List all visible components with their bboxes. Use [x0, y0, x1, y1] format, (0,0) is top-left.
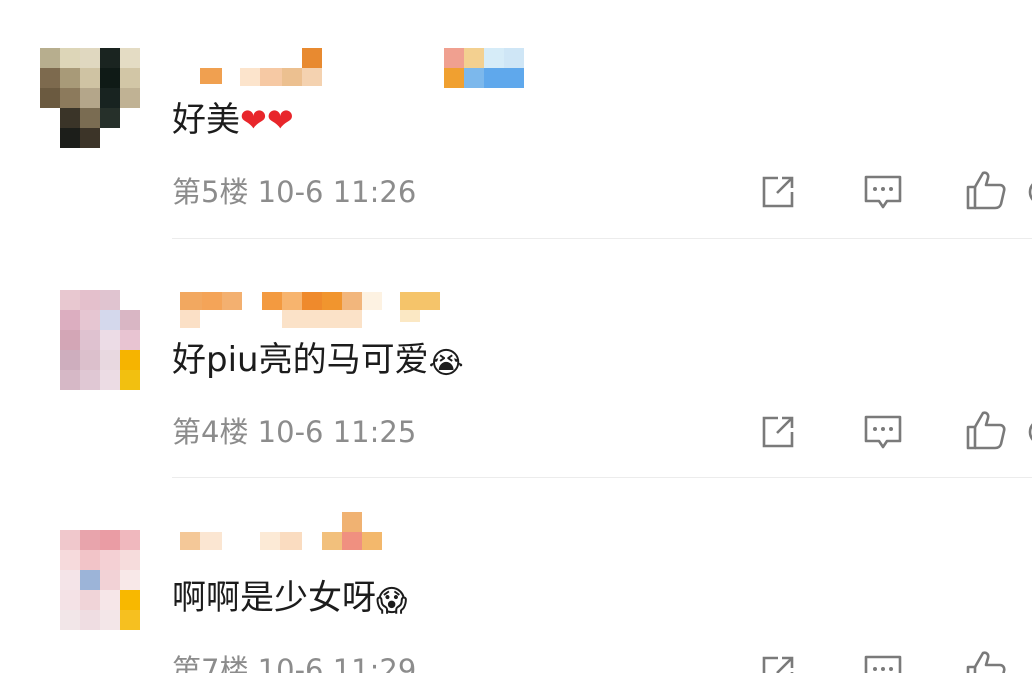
avatar[interactable] [40, 48, 140, 148]
comment-text: 好美❤❤ [172, 100, 294, 140]
comment-list: 好美❤❤ 第5楼 10-6 11:26 好piu亮的马可爱😭 第4楼 10-6 … [0, 0, 1032, 673]
avatar[interactable] [40, 290, 140, 390]
more-icon[interactable] [1020, 410, 1032, 454]
comment-text: 啊啊是少女呀😱 [172, 578, 408, 619]
username[interactable] [180, 46, 540, 88]
share-icon[interactable] [756, 410, 800, 454]
divider [172, 238, 1032, 239]
screaming-face-emoji: 😱 [376, 584, 408, 619]
comment-icon[interactable] [861, 170, 905, 214]
comment-time: 10-6 11:25 [257, 415, 417, 449]
comment-icon[interactable] [861, 410, 905, 454]
floor-number: 第4楼 [172, 415, 249, 449]
thumbs-up-icon[interactable] [964, 408, 1008, 452]
floor-number: 第7楼 [172, 653, 249, 673]
thumbs-up-icon[interactable] [964, 648, 1008, 673]
comment-time: 10-6 11:29 [257, 653, 417, 673]
comment-meta: 第7楼 10-6 11:29 [172, 652, 416, 673]
comment-meta: 第4楼 10-6 11:25 [172, 414, 416, 450]
divider [172, 477, 1032, 478]
share-icon[interactable] [756, 170, 800, 214]
floor-number: 第5楼 [172, 175, 249, 209]
thumbs-up-icon[interactable] [964, 168, 1008, 212]
username[interactable] [180, 510, 540, 550]
comment-icon[interactable] [861, 650, 905, 673]
comment-meta: 第5楼 10-6 11:26 [172, 174, 416, 210]
comment-text: 好piu亮的马可爱😭 [172, 340, 464, 381]
more-icon[interactable] [1020, 170, 1032, 214]
crying-face-emoji: 😭 [428, 346, 464, 381]
avatar[interactable] [40, 530, 140, 630]
heart-emoji: ❤❤ [240, 101, 294, 139]
share-icon[interactable] [756, 650, 800, 673]
username[interactable] [180, 288, 540, 328]
comment-time: 10-6 11:26 [257, 175, 417, 209]
